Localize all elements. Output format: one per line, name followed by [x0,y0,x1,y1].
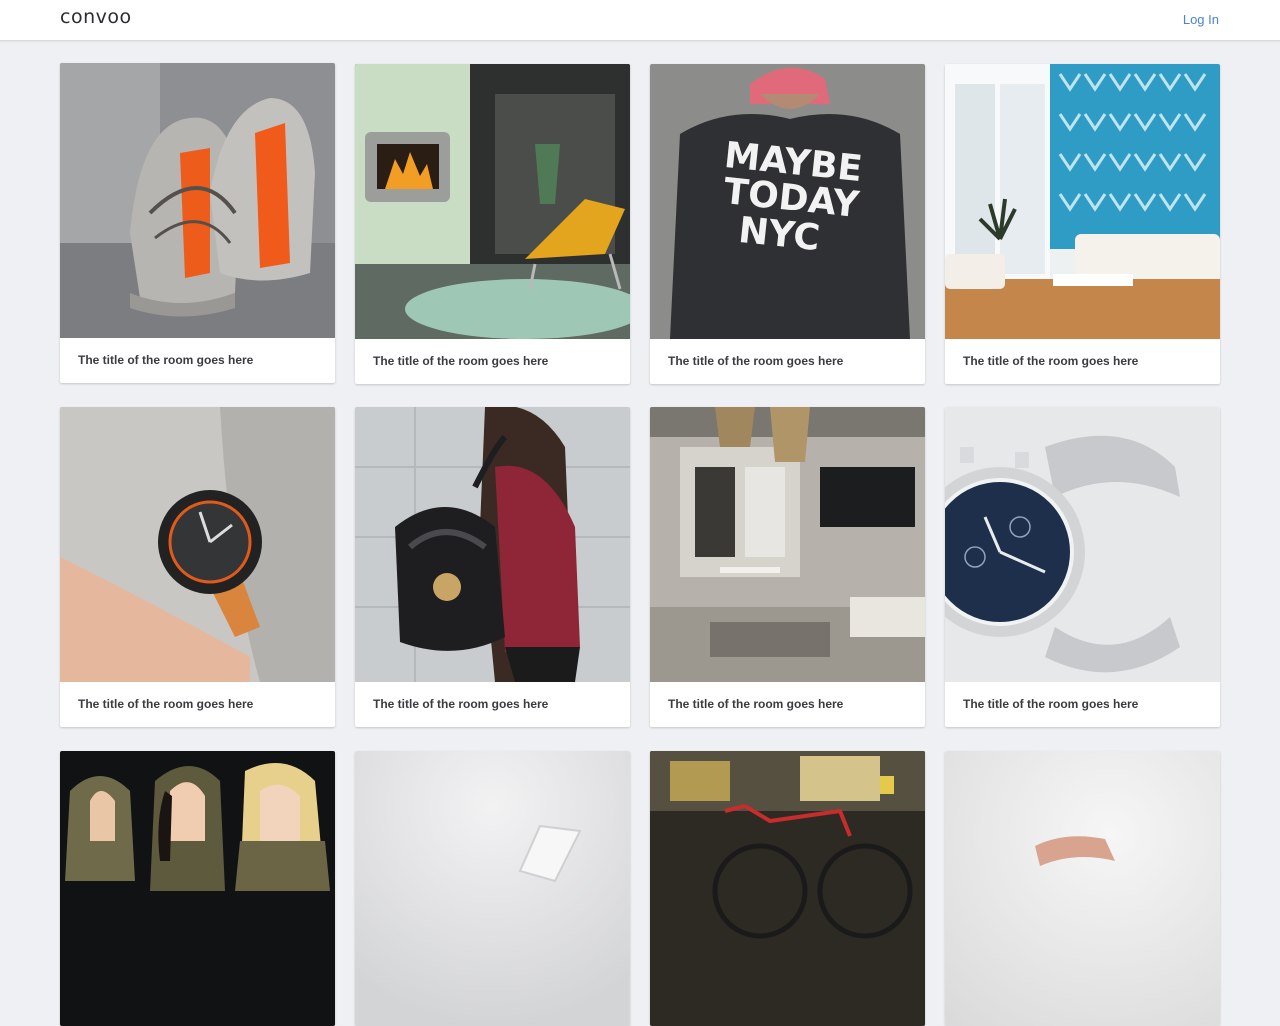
room-image-maybe-today-nyc-sweatshirt: MAYBE TODAY NYC [650,64,925,339]
room-image-rose-gold-object [945,751,1220,1026]
room-title: The title of the room goes here [963,354,1139,368]
room-title: The title of the room goes here [78,353,254,367]
room-card[interactable]: The title of the room goes here [60,63,335,383]
room-image-living-room-blue-wall [945,64,1220,339]
room-card[interactable]: The title of the room goes here [355,407,630,727]
room-card[interactable]: The title of the room goes here [60,407,335,727]
log-in-link[interactable]: Log In [1183,12,1219,27]
top-navigation-bar: convoo Log In [0,0,1280,41]
room-image-white-device-grey-background [355,751,630,1026]
room-card[interactable]: MAYBE TODAY NYC The title of the room go… [650,64,925,384]
room-card[interactable] [945,751,1220,1026]
room-title: The title of the room goes here [668,354,844,368]
room-card[interactable] [650,751,925,1026]
room-card[interactable] [60,751,335,1026]
sweatshirt-print-line-3: NYC [737,210,822,259]
room-image-knitted-sneakers [60,63,335,338]
room-image-women-camouflage-hoodies [60,751,335,1026]
room-title: The title of the room goes here [963,697,1139,711]
room-card[interactable]: The title of the room goes here [945,64,1220,384]
room-title: The title of the room goes here [668,697,844,711]
room-card[interactable]: The title of the room goes here [650,407,925,727]
room-image-open-plan-kitchen-living [650,407,925,682]
room-image-street-red-bicycle [650,751,925,1026]
room-image-woman-black-backpack [355,407,630,682]
room-title: The title of the room goes here [373,354,549,368]
room-card[interactable]: The title of the room goes here [355,64,630,384]
room-image-fireplace-lounge-chair [355,64,630,339]
room-card[interactable] [355,751,630,1026]
room-title: The title of the room goes here [373,697,549,711]
convoo-logo[interactable]: convoo [60,6,132,28]
room-title: The title of the room goes here [78,697,254,711]
room-image-silver-mesh-watch [945,407,1220,682]
room-image-wristwatch-orange-strap [60,407,335,682]
room-card[interactable]: The title of the room goes here [945,407,1220,727]
